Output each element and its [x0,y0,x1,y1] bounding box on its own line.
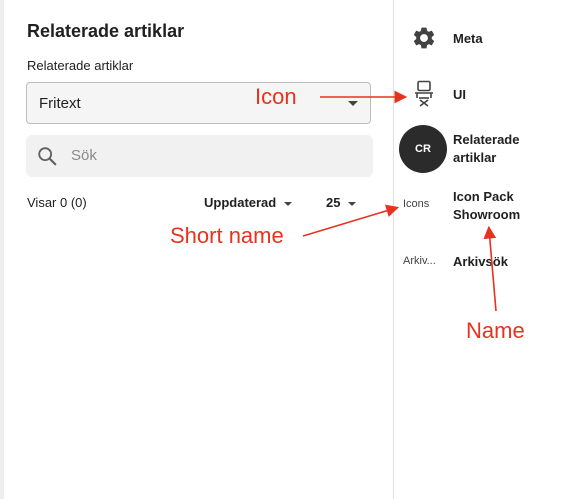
panel-title: Relaterade artiklar [27,21,185,41]
sidebar-short-name: Icons [403,198,430,210]
annotation-short-name-label: Short name [170,223,284,248]
sidebar-item-label: Meta [453,31,483,46]
sidebar-item-label: Icon Pack Showroom [453,189,521,222]
result-count: Visar 0 (0) [27,195,87,210]
sidebar-item-ui[interactable]: UI [394,78,565,112]
annotation-name-label: Name [466,318,525,343]
search-input[interactable]: Sök [26,135,373,177]
page-size-select[interactable]: 25 [326,195,357,210]
search-placeholder: Sök [71,147,97,164]
search-type-label: Relaterade artiklar [27,58,134,73]
sidebar-item-label: Relaterade artiklar [453,132,520,165]
sidebar-item-meta[interactable]: Meta [394,22,565,56]
chevron-down-icon [348,101,358,106]
gear-icon [413,27,435,49]
sidebar-item-label: UI [453,87,466,102]
ui-icon [415,80,433,107]
chevron-down-icon [348,201,357,206]
annotation-icon-label: Icon [255,84,297,109]
sort-label: Uppdaterad [204,195,277,210]
sidebar-short-name: Arkiv... [403,255,436,267]
sidebar-item-icon-pack-showroom[interactable]: Icons Icon Pack Showroom [394,187,565,227]
related-articles-panel: Relaterade artiklar Relaterade artiklar … [4,0,393,499]
search-type-value: Fritext [39,95,81,112]
sidebar-item-label: Arkivsök [453,254,508,269]
page-size-value: 25 [326,195,341,210]
sidebar-item-arkivsok[interactable]: Arkiv... Arkivsök [394,251,565,275]
chevron-down-icon [284,201,293,206]
sort-select[interactable]: Uppdaterad [204,195,293,210]
plugin-sidebar: Meta UI CR Relaterade artiklar Icons Ico… [394,0,565,499]
search-type-select[interactable]: Fritext [26,82,371,124]
avatar: CR [399,125,447,173]
search-icon [38,147,57,166]
sidebar-item-related-articles[interactable]: CR Relaterade artiklar [394,125,565,173]
